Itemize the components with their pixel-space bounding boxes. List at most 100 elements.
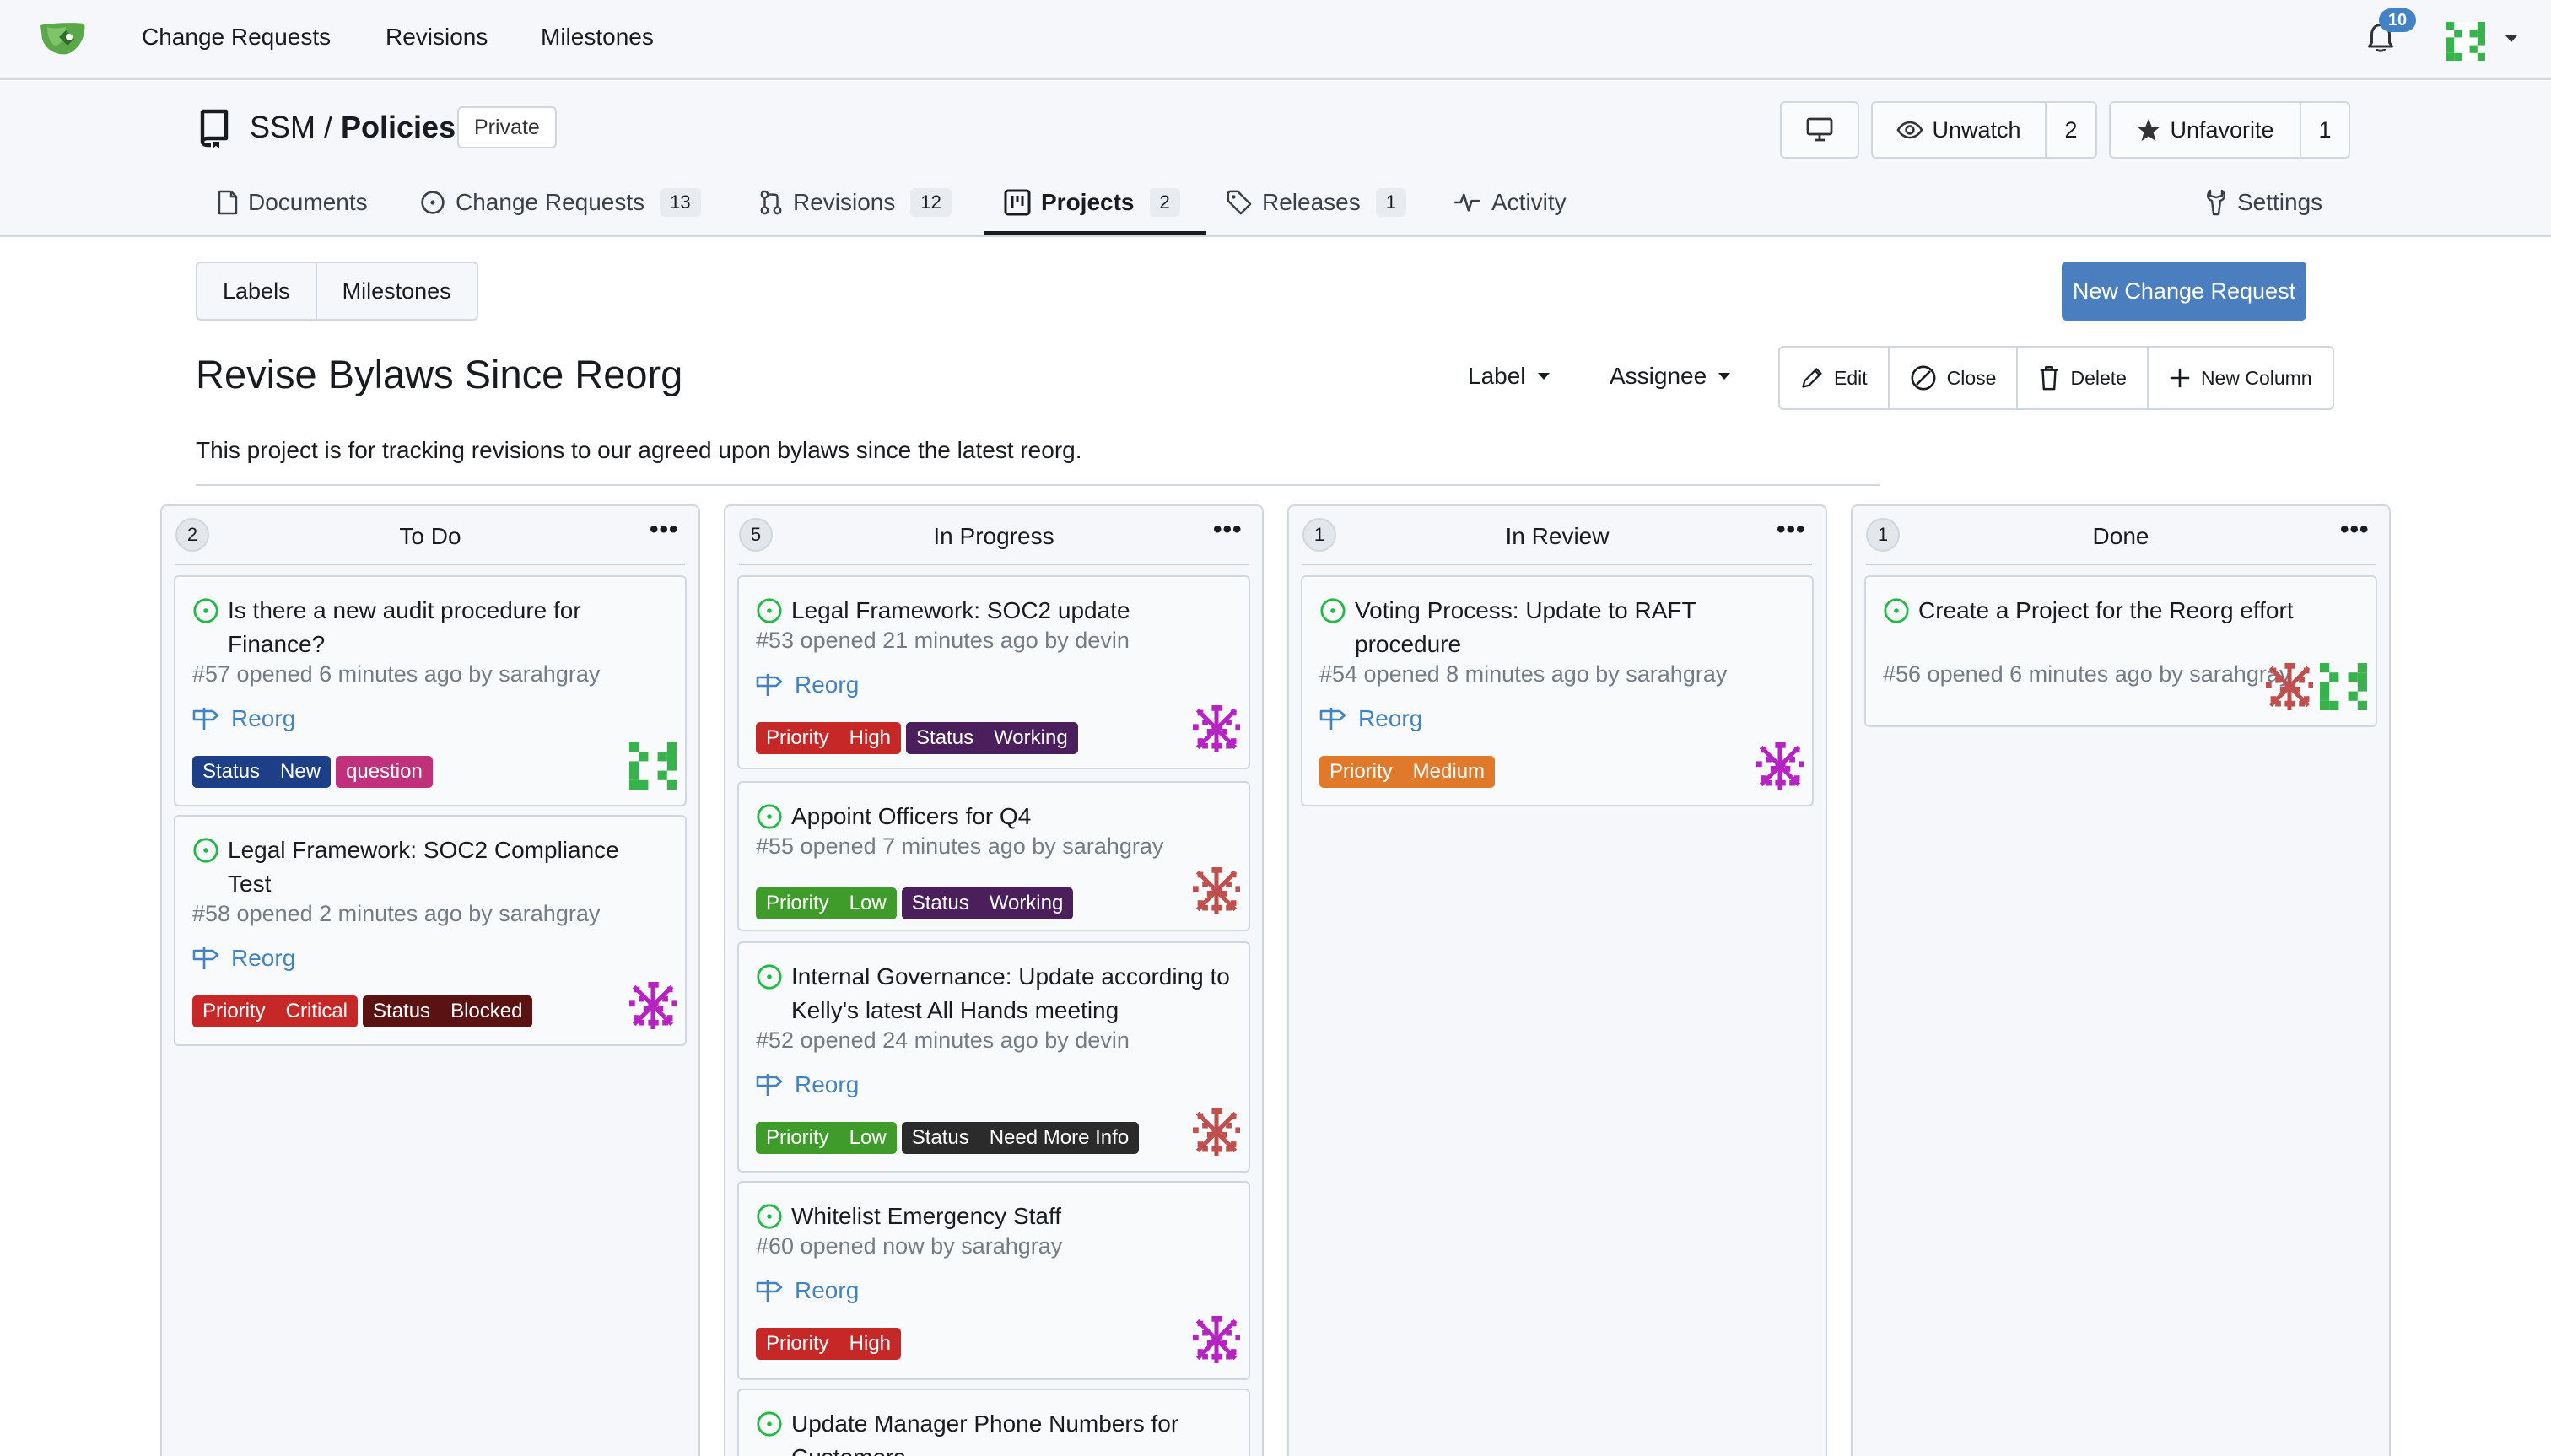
tab-count-badge: 12 — [910, 188, 952, 217]
label-scope: Priority — [766, 1126, 829, 1149]
milestone-link[interactable]: Reorg — [192, 945, 295, 972]
nav-revisions[interactable]: Revisions — [386, 24, 488, 51]
column-menu-icon[interactable]: ••• — [1777, 517, 1807, 547]
close-project-button[interactable]: Close — [1887, 348, 2017, 408]
tab-settings[interactable]: Settings — [2205, 177, 2322, 228]
watch-count[interactable]: 2 — [2045, 103, 2095, 157]
new-column-button[interactable]: New Column — [2146, 348, 2333, 408]
issue-card[interactable]: Legal Framework: SOC2 Compliance Test #58… — [174, 815, 687, 1046]
column-menu-icon[interactable]: ••• — [2340, 517, 2370, 547]
unwatch-button[interactable]: Unwatch — [1873, 103, 2045, 157]
issue-title-link[interactable]: Legal Framework: SOC2 Compliance Test — [228, 833, 666, 901]
tab-activity[interactable]: Activity — [1453, 177, 1567, 228]
nav-milestones[interactable]: Milestones — [541, 24, 654, 51]
unfavorite-button[interactable]: Unfavorite — [2111, 103, 2300, 157]
issue-card[interactable]: Update Manager Phone Numbers for Custome… — [737, 1389, 1250, 1456]
label-value: Low — [849, 892, 887, 914]
milestone-link[interactable]: Reorg — [192, 705, 295, 732]
label-value: Working — [989, 892, 1064, 914]
issue-label[interactable]: Status Working — [906, 722, 1078, 754]
issue-title-link[interactable]: Update Manager Phone Numbers for Custome… — [791, 1407, 1230, 1456]
desktop-icon — [1806, 117, 1833, 142]
issue-title-link[interactable]: Create a Project for the Reorg effort — [1918, 594, 2357, 628]
purple-identicon-avatar-icon[interactable] — [1193, 705, 1240, 752]
issue-card[interactable]: Appoint Officers for Q4 #55 opened 7 minu… — [737, 781, 1250, 931]
issue-label[interactable]: Status Working — [901, 887, 1074, 919]
nav-change-requests[interactable]: Change Requests — [142, 24, 331, 51]
tab-label: Settings — [2237, 189, 2323, 215]
project-description: This project is for tracking revisions t… — [196, 437, 1082, 463]
tab-projects[interactable]: Projects 2 — [1004, 177, 1180, 228]
issue-label[interactable]: Priority High — [756, 722, 902, 754]
tab-change-requests[interactable]: Change Requests 13 — [420, 177, 701, 228]
tab-releases[interactable]: Releases 1 — [1227, 177, 1406, 228]
milestone-link[interactable]: Reorg — [756, 671, 859, 698]
issue-title-link[interactable]: Internal Governance: Update according to… — [791, 960, 1230, 1027]
issue-label[interactable]: Priority Low — [756, 887, 897, 919]
tag-icon — [1227, 190, 1252, 215]
milestone-link[interactable]: Reorg — [756, 1277, 859, 1304]
issue-card[interactable]: Create a Project for the Reorg effort #56… — [1864, 575, 2377, 727]
issue-card[interactable]: Internal Governance: Update according to… — [737, 941, 1250, 1173]
issue-card[interactable]: Is there a new audit procedure for Finan… — [174, 575, 687, 806]
issue-title-link[interactable]: Is there a new audit procedure for Finan… — [228, 594, 666, 661]
issue-label[interactable]: Status Blocked — [363, 995, 533, 1027]
column-menu-icon[interactable]: ••• — [1213, 517, 1243, 547]
issue-title-link[interactable]: Appoint Officers for Q4 — [791, 800, 1230, 833]
new-change-request-button[interactable]: New Change Request — [2062, 262, 2306, 321]
logo-icon[interactable] — [37, 17, 89, 61]
tab-documents[interactable]: Documents — [218, 177, 368, 228]
active-tab-indicator — [984, 231, 1206, 235]
tab-count-badge: 1 — [1375, 188, 1406, 217]
user-avatar-icon[interactable] — [2446, 22, 2485, 61]
milestone-link[interactable]: Reorg — [1319, 705, 1422, 732]
purple-identicon-avatar-icon[interactable] — [629, 982, 677, 1029]
red-identicon-avatar-icon[interactable] — [1193, 1108, 1240, 1156]
issue-label[interactable]: Priority Low — [756, 1122, 897, 1154]
issue-card[interactable]: Whitelist Emergency Staff #60 opened now … — [737, 1181, 1250, 1380]
label-list: Priority Low Status Need More Info — [756, 1122, 1140, 1154]
skip-icon — [1911, 365, 1936, 391]
green-identicon-avatar-icon[interactable] — [2320, 663, 2367, 710]
repo-owner-link[interactable]: SSM — [250, 110, 316, 144]
milestone-label: Reorg — [231, 945, 296, 971]
repo-name-link[interactable]: Policies — [341, 110, 456, 144]
green-identicon-avatar-icon[interactable] — [629, 742, 677, 790]
issue-label[interactable]: Priority Critical — [192, 995, 359, 1027]
favorite-count[interactable]: 1 — [2300, 103, 2349, 157]
issue-label[interactable]: Status New — [192, 756, 332, 788]
open-issue-icon — [757, 964, 782, 990]
label-list: Priority Medium — [1319, 756, 1496, 788]
issue-title-link[interactable]: Voting Process: Update to RAFT procedure — [1355, 594, 1793, 661]
label-filter-dropdown[interactable]: Label — [1468, 363, 1550, 390]
issue-card[interactable]: Legal Framework: SOC2 update #53 opened 2… — [737, 575, 1250, 769]
unwatch-label: Unwatch — [1932, 116, 2021, 143]
board-column: In Progress 5 ••• Legal Framework: SOC2 upd… — [724, 504, 1264, 1456]
purple-identicon-avatar-icon[interactable] — [1756, 742, 1804, 790]
assignee-filter-dropdown[interactable]: Assignee — [1610, 363, 1731, 390]
issue-label[interactable]: question — [336, 756, 433, 788]
edit-project-button[interactable]: Edit — [1780, 348, 1888, 408]
open-issue-icon — [757, 1411, 782, 1437]
issue-card[interactable]: Voting Process: Update to RAFT procedure… — [1301, 575, 1814, 806]
rss-feed-button[interactable] — [1780, 101, 1859, 159]
milestone-link[interactable]: Reorg — [756, 1071, 859, 1098]
top-navbar: Change Requests Revisions Milestones 10 — [0, 0, 2551, 80]
issue-label[interactable]: Priority Medium — [1319, 756, 1496, 788]
issue-title-link[interactable]: Whitelist Emergency Staff — [791, 1200, 1230, 1233]
tools-icon — [2207, 189, 2225, 216]
delete-project-button[interactable]: Delete — [2016, 348, 2146, 408]
column-menu-icon[interactable]: ••• — [650, 517, 680, 547]
label-list: Status New question — [192, 756, 433, 788]
issue-title-link[interactable]: Legal Framework: SOC2 update — [791, 594, 1230, 628]
red-identicon-avatar-icon[interactable] — [2266, 663, 2313, 710]
purple-identicon-avatar-icon[interactable] — [1193, 1316, 1240, 1363]
labels-button[interactable]: Labels — [197, 263, 316, 319]
red-identicon-avatar-icon[interactable] — [1193, 867, 1240, 914]
milestones-button[interactable]: Milestones — [315, 263, 477, 319]
issue-meta: #52 opened 24 minutes ago by devin — [756, 1027, 1130, 1053]
issue-label[interactable]: Status Need More Info — [901, 1122, 1140, 1154]
user-menu-caret-icon[interactable] — [2505, 35, 2517, 42]
issue-label[interactable]: Priority High — [756, 1328, 902, 1360]
tab-revisions[interactable]: Revisions 12 — [759, 177, 952, 228]
